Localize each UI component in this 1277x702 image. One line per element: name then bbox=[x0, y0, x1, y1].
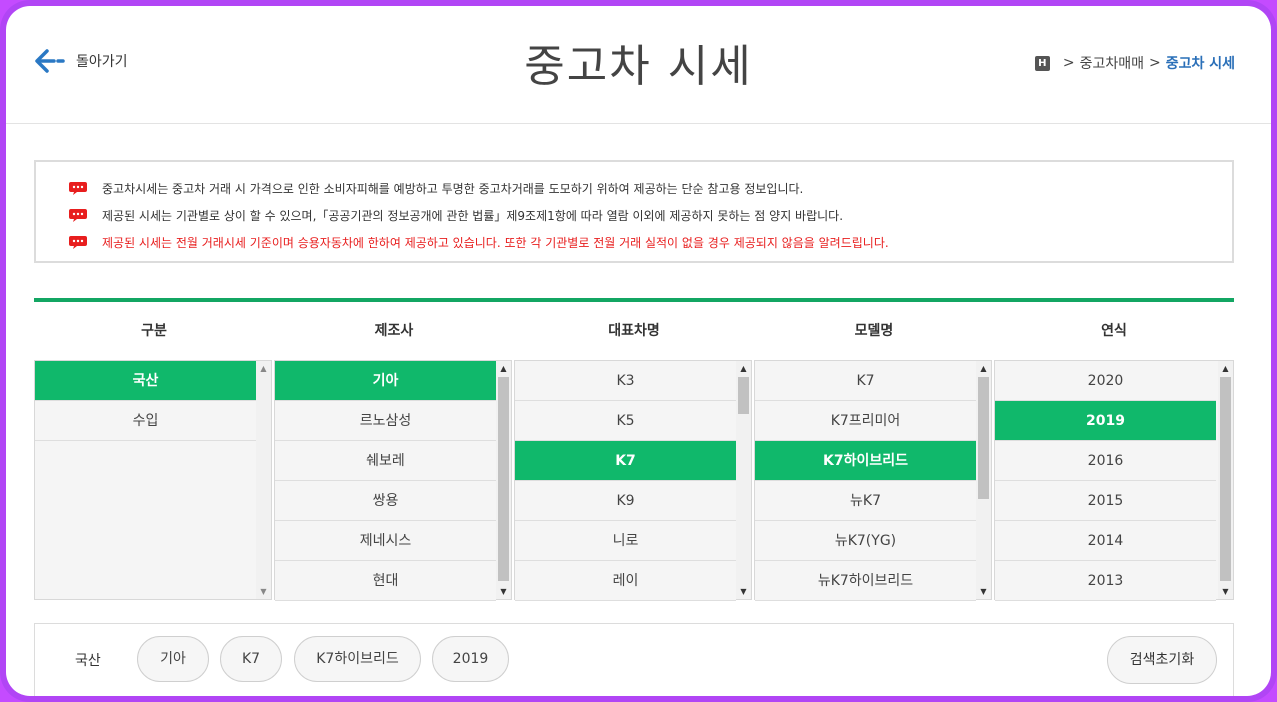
heading-car-name: 대표차명 bbox=[608, 323, 660, 339]
list-item[interactable]: K7 bbox=[755, 361, 976, 401]
scroll-down-icon[interactable]: ▼ bbox=[496, 584, 511, 599]
list-item[interactable]: 레이 bbox=[515, 561, 736, 601]
notice-text: 중고차시세는 중고차 거래 시 가격으로 인한 소비자피해를 예방하고 투명한 … bbox=[102, 182, 804, 196]
screen: 돌아가기 중고차 시세 H > 중고차매매 > 중고차 시세 중고차시세는 중고… bbox=[6, 6, 1271, 696]
scroll-thumb[interactable] bbox=[738, 377, 749, 414]
scrollbar[interactable]: ▲ ▼ bbox=[976, 361, 991, 599]
car-selector: 구분 제조사 대표차명 모델명 연식 국산 수입 ▲ ▼ 기아 르노삼성 쉐보레… bbox=[34, 298, 1234, 601]
scroll-up-icon[interactable]: ▲ bbox=[736, 361, 751, 376]
breadcrumb-separator: > bbox=[1148, 55, 1161, 71]
scroll-down-icon[interactable]: ▼ bbox=[256, 584, 271, 599]
list-item[interactable]: 수입 bbox=[35, 401, 256, 441]
list-item[interactable]: K5 bbox=[515, 401, 736, 441]
scroll-thumb[interactable] bbox=[498, 377, 509, 581]
home-icon[interactable]: H bbox=[1034, 55, 1050, 71]
scroll-thumb[interactable] bbox=[1220, 377, 1231, 581]
list-item[interactable]: 쌍용 bbox=[275, 481, 496, 521]
list-item[interactable]: K7 bbox=[515, 441, 736, 481]
breadcrumb-current: 중고차 시세 bbox=[1165, 56, 1235, 72]
list-item[interactable]: 제네시스 bbox=[275, 521, 496, 561]
year-list: 2020 2019 2016 2015 2014 2013 ▲ ▼ bbox=[994, 360, 1234, 601]
speech-bubble-icon bbox=[69, 182, 87, 195]
speech-bubble-icon bbox=[69, 236, 87, 249]
list-item[interactable]: 니로 bbox=[515, 521, 736, 561]
notice-line-highlight: 제공된 시세는 전월 거래시세 기준이며 승용자동차에 한하여 제공하고 있습니… bbox=[68, 229, 1232, 256]
notice-line: 중고차시세는 중고차 거래 시 가격으로 인한 소비자피해를 예방하고 투명한 … bbox=[68, 175, 1232, 202]
list-item[interactable]: 2019 bbox=[995, 401, 1216, 441]
list-item[interactable]: K7프리미어 bbox=[755, 401, 976, 441]
breadcrumb-separator: > bbox=[1062, 55, 1075, 71]
filter-chip[interactable]: K7하이브리드 bbox=[294, 636, 421, 682]
scroll-down-icon[interactable]: ▼ bbox=[736, 584, 751, 599]
selected-filters: 국산 기아 K7 K7하이브리드 2019 검색초기화 bbox=[34, 623, 1234, 696]
notice-text: 제공된 시세는 전월 거래시세 기준이며 승용자동차에 한하여 제공하고 있습니… bbox=[102, 236, 889, 250]
list-item[interactable]: 2013 bbox=[995, 561, 1216, 601]
heading-maker: 제조사 bbox=[374, 323, 414, 339]
scrollbar[interactable]: ▲ ▼ bbox=[256, 361, 271, 599]
list-item[interactable]: 기아 bbox=[275, 361, 496, 401]
page-header: 돌아가기 중고차 시세 H > 중고차매매 > 중고차 시세 bbox=[6, 6, 1271, 124]
model-list: K7 K7프리미어 K7하이브리드 뉴K7 뉴K7(YG) 뉴K7하이브리드 ▲… bbox=[754, 360, 992, 601]
list-item[interactable]: K3 bbox=[515, 361, 736, 401]
scroll-up-icon[interactable]: ▲ bbox=[496, 361, 511, 376]
list-item[interactable]: K7하이브리드 bbox=[755, 441, 976, 481]
list-item[interactable]: 뉴K7하이브리드 bbox=[755, 561, 976, 601]
list-item[interactable]: 쉐보레 bbox=[275, 441, 496, 481]
scroll-up-icon[interactable]: ▲ bbox=[976, 361, 991, 376]
notice-line: 제공된 시세는 기관별로 상이 할 수 있으며,「공공기관의 정보공개에 관한 … bbox=[68, 202, 1232, 229]
heading-year: 연식 bbox=[1101, 323, 1127, 339]
heading-category: 구분 bbox=[141, 323, 167, 339]
scroll-up-icon[interactable]: ▲ bbox=[256, 361, 271, 376]
list-item[interactable]: 2020 bbox=[995, 361, 1216, 401]
notice-box: 중고차시세는 중고차 거래 시 가격으로 인한 소비자피해를 예방하고 투명한 … bbox=[34, 160, 1234, 263]
reset-search-button[interactable]: 검색초기화 bbox=[1107, 636, 1217, 684]
selected-category: 국산 bbox=[75, 653, 101, 669]
category-list: 국산 수입 ▲ ▼ bbox=[34, 360, 272, 600]
filter-chip[interactable]: 2019 bbox=[432, 636, 509, 682]
filter-chip[interactable]: 기아 bbox=[137, 636, 209, 682]
filter-chip[interactable]: K7 bbox=[220, 636, 282, 682]
list-item[interactable]: 국산 bbox=[35, 361, 256, 401]
breadcrumb-item[interactable]: 중고차매매 bbox=[1080, 53, 1144, 73]
heading-model: 모델명 bbox=[854, 323, 894, 339]
list-item[interactable]: 2014 bbox=[995, 521, 1216, 561]
scrollbar[interactable]: ▲ ▼ bbox=[496, 361, 511, 599]
list-item[interactable]: 뉴K7(YG) bbox=[755, 521, 976, 561]
car-name-list: K3 K5 K7 K9 니로 레이 ▲ ▼ bbox=[514, 360, 752, 601]
scroll-down-icon[interactable]: ▼ bbox=[976, 584, 991, 599]
maker-list: 기아 르노삼성 쉐보레 쌍용 제네시스 현대 ▲ ▼ bbox=[274, 360, 512, 601]
scroll-up-icon[interactable]: ▲ bbox=[1218, 361, 1233, 376]
list-item[interactable]: 현대 bbox=[275, 561, 496, 601]
selector-headings: 구분 제조사 대표차명 모델명 연식 bbox=[34, 302, 1234, 360]
list-item[interactable]: 2015 bbox=[995, 481, 1216, 521]
notice-text: 제공된 시세는 기관별로 상이 할 수 있으며,「공공기관의 정보공개에 관한 … bbox=[102, 209, 844, 223]
list-item[interactable]: 뉴K7 bbox=[755, 481, 976, 521]
scrollbar[interactable]: ▲ ▼ bbox=[736, 361, 751, 599]
list-item[interactable]: 르노삼성 bbox=[275, 401, 496, 441]
scrollbar[interactable]: ▲ ▼ bbox=[1218, 361, 1233, 599]
scroll-down-icon[interactable]: ▼ bbox=[1218, 584, 1233, 599]
device-frame: 돌아가기 중고차 시세 H > 중고차매매 > 중고차 시세 중고차시세는 중고… bbox=[0, 0, 1277, 702]
speech-bubble-icon bbox=[69, 209, 87, 222]
breadcrumb: H > 중고차매매 > 중고차 시세 bbox=[1034, 53, 1235, 73]
list-item[interactable]: K9 bbox=[515, 481, 736, 521]
list-item[interactable]: 2016 bbox=[995, 441, 1216, 481]
scroll-thumb[interactable] bbox=[978, 377, 989, 499]
